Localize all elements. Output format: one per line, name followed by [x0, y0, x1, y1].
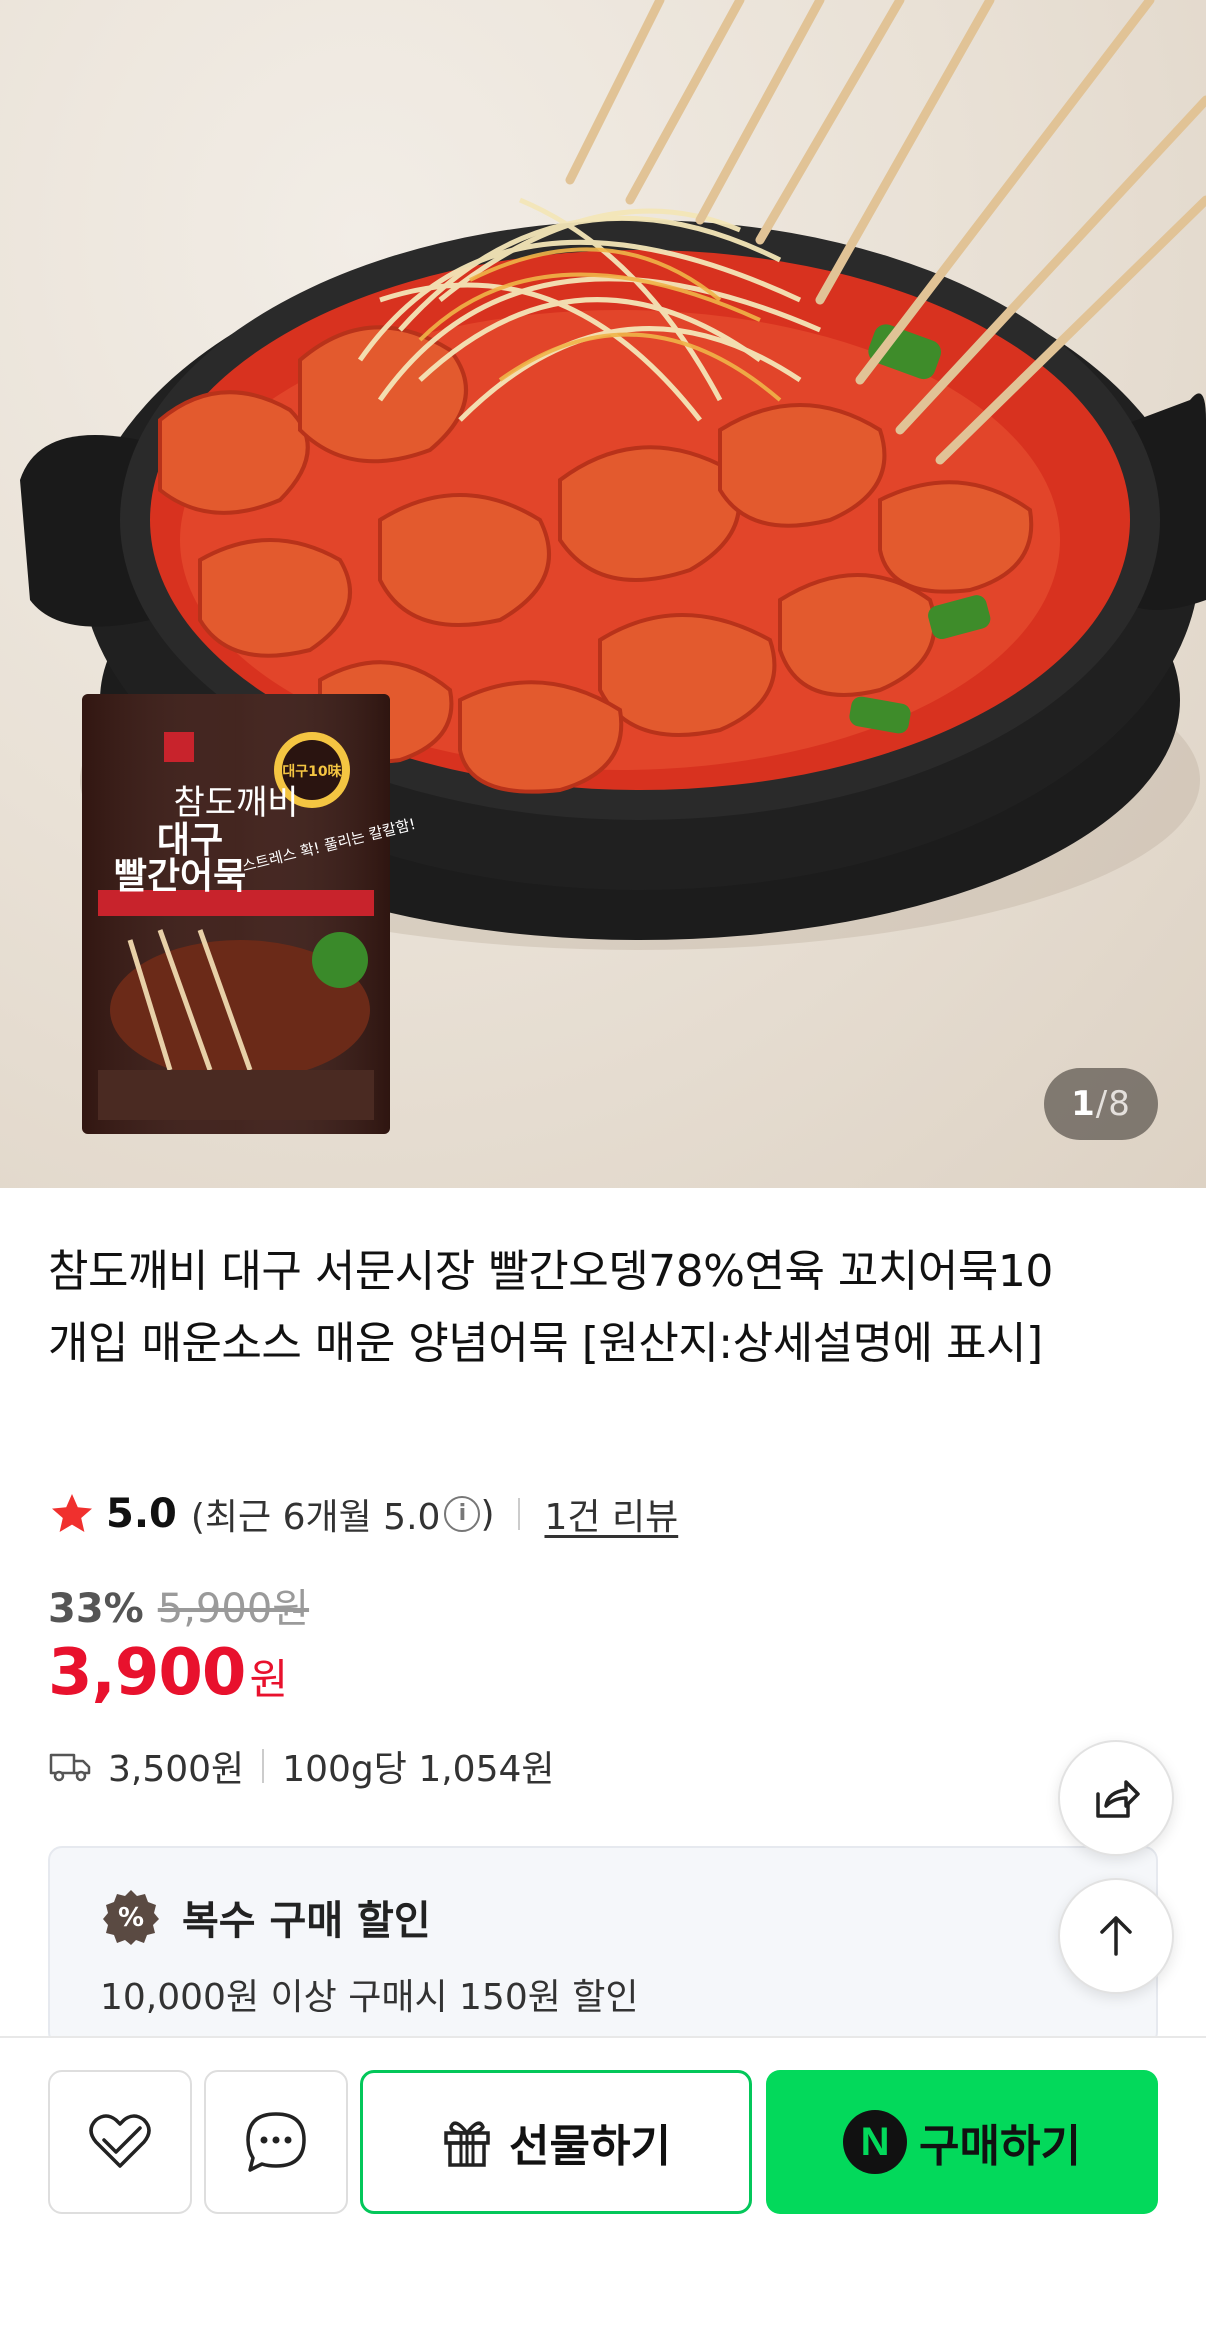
package-brand: 참도깨비	[173, 783, 298, 823]
sale-price: 3,900 원	[48, 1636, 288, 1710]
image-pager: 1 / 8	[1044, 1068, 1158, 1140]
promo-title: 복수 구매 할인	[182, 1898, 431, 1944]
svg-text:%: %	[118, 1903, 144, 1933]
product-photo: 참도깨비 대구 빨간어묵 대구10味 스트레스 확! 풀리는 칼칼함!	[20, 0, 1206, 1134]
rating-row: 5.0 (최근 6개월 5.0 i ) 1건 리뷰	[48, 1484, 678, 1544]
recent-rating-label: (최근 6개월 5.0	[190, 1497, 441, 1538]
shipping-divider	[262, 1749, 265, 1783]
product-package	[82, 694, 390, 1134]
gift-label: 선물하기	[509, 2121, 671, 2172]
package-line2: 빨간어묵	[114, 856, 246, 897]
share-icon	[1096, 1780, 1140, 1818]
bottom-action-bar: 선물하기 N 구매하기	[0, 2036, 1206, 2343]
recent-rating: (최근 6개월 5.0 i )	[191, 1488, 495, 1540]
package-line1: 대구	[157, 820, 223, 861]
delivery-truck-icon	[49, 1753, 91, 1782]
promo-description: 10,000원 이상 구매시 150원 할인	[100, 1977, 639, 2018]
pager-total: 8	[1108, 1084, 1131, 1124]
buy-button[interactable]: N 구매하기	[766, 2070, 1158, 2214]
gift-icon	[444, 2121, 490, 2167]
shipping-row: 3,500원 100g당 1,054원	[48, 1740, 555, 1792]
heart-check-icon	[89, 2114, 151, 2168]
product-title: 참도깨비 대구 서문시장 빨간오뎅78%연육 꼬치어묵10개입 매운소스 매운 …	[48, 1246, 1053, 1369]
review-count-link[interactable]: 1건 리뷰	[544, 1488, 678, 1540]
naver-pay-icon: N	[843, 2110, 908, 2174]
rating-score: 5.0	[106, 1491, 177, 1537]
package-badge: 대구10味	[282, 764, 341, 780]
price-unit: 원	[249, 1655, 289, 1704]
share-button[interactable]	[1058, 1740, 1174, 1856]
star-icon	[52, 1494, 92, 1532]
recent-rating-close: )	[480, 1493, 495, 1535]
discount-rate: 33%	[48, 1586, 144, 1632]
product-image-carousel[interactable]: 참도깨비 대구 빨간어묵 대구10味 스트레스 확! 풀리는 칼칼함! 1 / …	[0, 0, 1206, 1188]
info-icon[interactable]: i	[444, 1496, 481, 1532]
arrow-up-icon	[1100, 1916, 1132, 1956]
chat-bubble-icon	[246, 2112, 306, 2172]
unit-price: 100g당 1,054원	[282, 1749, 555, 1790]
discount-row: 33% 5,900원	[48, 1576, 309, 1634]
sale-price-value: 3,900	[48, 1636, 246, 1710]
pager-separator: /	[1095, 1084, 1109, 1124]
original-price: 5,900원	[157, 1586, 310, 1632]
zzim-button[interactable]	[48, 2070, 192, 2214]
promo-header: % 복수 구매 할인	[102, 1888, 431, 1946]
rating-divider	[518, 1498, 521, 1530]
multi-purchase-discount: % 복수 구매 할인 10,000원 이상 구매시 150원 할인	[48, 1846, 1158, 2046]
shipping-fee: 3,500원	[108, 1749, 245, 1790]
scroll-top-button[interactable]	[1058, 1878, 1174, 1994]
talktalk-button[interactable]	[204, 2070, 348, 2214]
pager-current: 1	[1071, 1084, 1096, 1124]
percent-badge-icon: %	[103, 1890, 159, 1945]
gift-button[interactable]: 선물하기	[360, 2070, 752, 2214]
buy-label: 구매하기	[919, 2121, 1081, 2172]
